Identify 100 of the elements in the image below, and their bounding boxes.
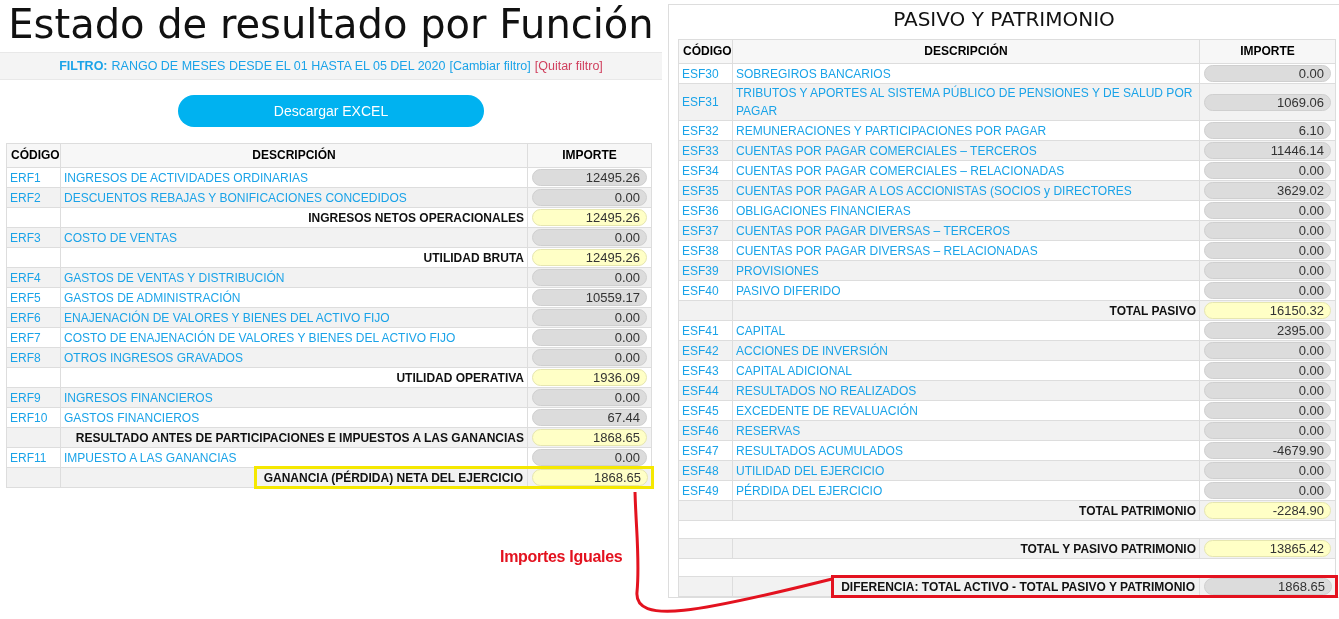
account-description-link[interactable]: UTILIDAD DEL EJERCICIO <box>736 461 885 480</box>
amount-field: 0.00 <box>1204 422 1331 439</box>
total-amount-field: -2284.90 <box>1204 502 1331 519</box>
amount-field: 0.00 <box>1204 402 1331 419</box>
total-amount-field: 13865.42 <box>1204 540 1331 557</box>
account-code-link[interactable]: ERF4 <box>10 270 41 285</box>
account-description-link[interactable]: CUENTAS POR PAGAR DIVERSAS – TERCEROS <box>736 221 1011 240</box>
account-description-link[interactable]: ACCIONES DE INVERSIÓN <box>736 341 889 360</box>
account-code-link[interactable]: ESF36 <box>682 203 719 218</box>
amount-field: 10559.17 <box>532 289 647 306</box>
account-code-link[interactable]: ESF30 <box>682 66 719 81</box>
column-header: CÓDIGO <box>679 40 733 64</box>
account-code-link[interactable]: ERF1 <box>10 170 41 185</box>
amount-field: 0.00 <box>1204 482 1331 499</box>
amount-field: 0.00 <box>532 229 647 246</box>
amount-field: 0.00 <box>532 329 647 346</box>
account-code-link[interactable]: ESF33 <box>682 143 719 158</box>
account-description-link[interactable]: RESULTADOS ACUMULADOS <box>736 441 903 460</box>
account-description-link[interactable]: OBLIGACIONES FINANCIERAS <box>736 201 911 220</box>
total-amount-field: 12495.26 <box>532 209 647 226</box>
account-description-link[interactable]: REMUNERACIONES Y PARTICIPACIONES POR PAGAR <box>736 121 1047 140</box>
account-description-link[interactable]: TRIBUTOS Y APORTES AL SISTEMA PÚBLICO DE PENSIONES Y DE SALUD POR PAGAR <box>736 84 1196 120</box>
account-description-link[interactable]: CAPITAL ADICIONAL <box>736 361 853 380</box>
total-label: UTILIDAD OPERATIVA <box>396 370 524 385</box>
amount-field: 0.00 <box>1204 282 1331 299</box>
total-amount-field: 16150.32 <box>1204 302 1331 319</box>
annotation-text: Importes Iguales <box>500 548 623 566</box>
amount-field: 2395.00 <box>1204 322 1331 339</box>
account-code-link[interactable]: ESF43 <box>682 363 719 378</box>
total-label: INGRESOS NETOS OPERACIONALES <box>308 210 524 225</box>
account-description-link[interactable]: CUENTAS POR PAGAR A LOS ACCIONISTAS (SOCIOS y DIRECTORES <box>736 181 1132 200</box>
account-code-link[interactable]: ERF5 <box>10 290 41 305</box>
account-description-link[interactable]: CUENTAS POR PAGAR DIVERSAS – RELACIONADAS <box>736 241 1038 260</box>
amount-field: 11446.14 <box>1204 142 1331 159</box>
account-code-link[interactable]: ERF2 <box>10 190 41 205</box>
account-description-link[interactable]: PÉRDIDA DEL EJERCICIO <box>736 481 883 500</box>
account-description-link[interactable]: GASTOS FINANCIEROS <box>64 408 200 427</box>
account-code-link[interactable]: ESF45 <box>682 403 719 418</box>
account-code-link[interactable]: ESF40 <box>682 283 719 298</box>
account-description-link[interactable]: COSTO DE ENAJENACIÓN DE VALORES Y BIENES DEL ACTIVO FIJO <box>64 328 456 347</box>
column-header: IMPORTE <box>528 144 652 168</box>
amount-field: 0.00 <box>1204 202 1331 219</box>
account-code-link[interactable]: ESF39 <box>682 263 719 278</box>
account-description-link[interactable]: ENAJENACIÓN DE VALORES Y BIENES DEL ACTIVO FIJO <box>64 308 390 327</box>
account-description-link[interactable]: GASTOS DE VENTAS Y DISTRIBUCIÓN <box>64 268 285 287</box>
account-description-link[interactable]: SOBREGIROS BANCARIOS <box>736 64 891 83</box>
total-amount-field: 12495.26 <box>532 249 647 266</box>
account-description-link[interactable]: OTROS INGRESOS GRAVADOS <box>64 348 243 367</box>
account-description-link[interactable]: COSTO DE VENTAS <box>64 228 177 247</box>
account-description-link[interactable]: RESULTADOS NO REALIZADOS <box>736 381 917 400</box>
download-excel-button[interactable]: Descargar EXCEL <box>178 95 484 127</box>
account-description-link[interactable]: PASIVO DIFERIDO <box>736 281 841 300</box>
filter-text: RANGO DE MESES DESDE EL 01 HASTA EL 05 DEL 2020 <box>111 59 446 73</box>
account-description-link[interactable]: CUENTAS POR PAGAR COMERCIALES – TERCEROS <box>736 141 1037 160</box>
amount-field: -4679.90 <box>1204 442 1331 459</box>
column-header: DESCRIPCIÓN <box>733 40 1200 64</box>
account-code-link[interactable]: ESF46 <box>682 423 719 438</box>
account-description-link[interactable]: IMPUESTO A LAS GANANCIAS <box>64 448 237 467</box>
account-code-link[interactable]: ERF7 <box>10 330 41 345</box>
account-code-link[interactable]: ESF48 <box>682 463 719 478</box>
account-code-link[interactable]: ERF11 <box>10 450 47 465</box>
total-amount-field: 1868.65 <box>532 469 648 486</box>
account-description-link[interactable]: INGRESOS FINANCIEROS <box>64 388 213 407</box>
total-amount-field: 1868.65 <box>532 429 647 446</box>
account-code-link[interactable]: ESF38 <box>682 243 719 258</box>
account-code-link[interactable]: ESF31 <box>682 95 719 109</box>
account-code-link[interactable]: ESF35 <box>682 183 719 198</box>
account-description-link[interactable]: INGRESOS DE ACTIVIDADES ORDINARIAS <box>64 168 309 187</box>
total-label: UTILIDAD BRUTA <box>423 250 524 265</box>
total-amount-field: 1868.65 <box>1204 578 1332 595</box>
account-description-link[interactable]: DESCUENTOS REBAJAS Y BONIFICACIONES CONCEDIDOS <box>64 188 407 207</box>
account-code-link[interactable]: ESF34 <box>682 163 719 178</box>
amount-field: 0.00 <box>532 449 647 466</box>
account-code-link[interactable]: ESF32 <box>682 123 719 138</box>
amount-field: 0.00 <box>1204 362 1331 379</box>
account-description-link[interactable]: PROVISIONES <box>736 261 819 280</box>
total-label: GANANCIA (PÉRDIDA) NETA DEL EJERCICIO <box>262 470 524 485</box>
account-code-link[interactable]: ERF9 <box>10 390 41 405</box>
account-code-link[interactable]: ESF37 <box>682 223 719 238</box>
amount-field: 0.00 <box>1204 262 1331 279</box>
remove-filter-link[interactable]: [Quitar filtro] <box>534 59 603 73</box>
account-description-link[interactable]: EXCEDENTE DE REVALUACIÓN <box>736 401 918 420</box>
account-code-link[interactable]: ESF41 <box>682 323 719 338</box>
account-description-link[interactable]: CUENTAS POR PAGAR COMERCIALES – RELACIONADAS <box>736 161 1065 180</box>
column-header: CÓDIGO <box>7 144 61 168</box>
account-code-link[interactable]: ESF49 <box>682 483 719 498</box>
account-description-link[interactable]: CAPITAL <box>736 321 786 340</box>
account-description-link[interactable]: RESERVAS <box>736 421 801 440</box>
account-code-link[interactable]: ERF10 <box>10 410 48 425</box>
total-label: TOTAL PATRIMONIO <box>1079 503 1196 518</box>
amount-field: 0.00 <box>1204 382 1331 399</box>
account-code-link[interactable]: ERF6 <box>10 310 41 325</box>
account-code-link[interactable]: ESF44 <box>682 383 719 398</box>
account-code-link[interactable]: ESF47 <box>682 443 719 458</box>
account-code-link[interactable]: ERF3 <box>10 230 41 245</box>
account-code-link[interactable]: ESF42 <box>682 343 719 358</box>
account-code-link[interactable]: ERF8 <box>10 350 41 365</box>
account-description-link[interactable]: GASTOS DE ADMINISTRACIÓN <box>64 288 241 307</box>
total-label: DIFERENCIA: TOTAL ACTIVO - TOTAL PASIVO Y PATRIMONIO <box>840 579 1196 594</box>
change-filter-link[interactable]: [Cambiar filtro] <box>449 59 531 73</box>
